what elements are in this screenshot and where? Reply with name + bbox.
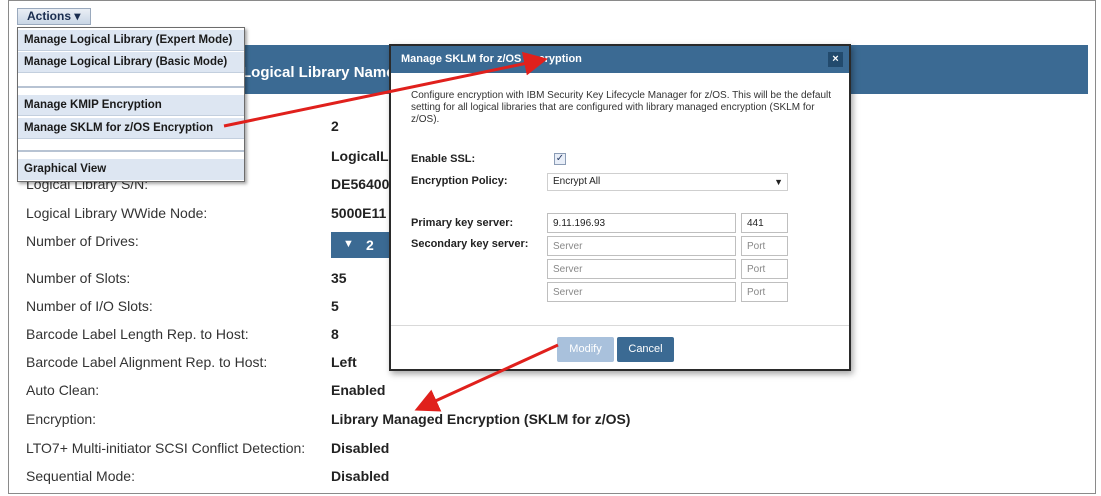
- annotation-arrow-to-dialog: [223, 51, 548, 128]
- annotation-arrow-to-encryption: [414, 343, 559, 412]
- annotation-arrows: [223, 51, 559, 412]
